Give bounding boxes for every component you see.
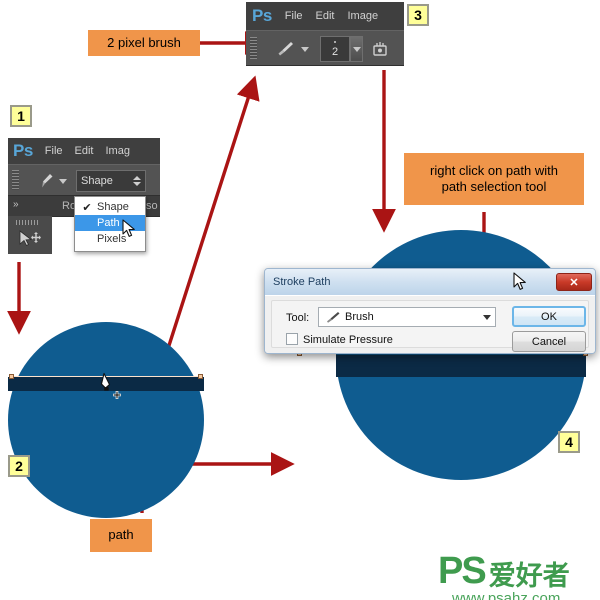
dropdown-check-icon: ✔: [82, 201, 92, 214]
double-chevron-right-icon[interactable]: »: [13, 199, 19, 210]
left-menu-file[interactable]: File: [45, 145, 63, 157]
step-badge-1: 1: [10, 105, 32, 127]
dialog-brush-icon: [324, 311, 340, 324]
left-toolbox: [8, 216, 52, 254]
brush-size-field[interactable]: 2: [320, 36, 350, 62]
dock-panel-label-right: so: [146, 200, 158, 212]
left-menu-edit[interactable]: Edit: [75, 145, 94, 157]
callout-2-pixel-brush: 2 pixel brush: [88, 30, 200, 56]
callout-path: path: [90, 519, 152, 552]
dialog-body: Tool: Brush Simulate Pressure OK Cancel: [265, 295, 595, 353]
left-menubar: Ps File Edit Imag: [8, 138, 160, 164]
menu-file[interactable]: File: [285, 10, 303, 22]
tool-mode-spinner-icon: [133, 176, 141, 186]
pen-tool-chevron-down-icon[interactable]: [59, 179, 67, 184]
ok-button[interactable]: OK: [512, 306, 586, 327]
tool-select[interactable]: Brush: [318, 307, 496, 327]
close-icon[interactable]: ✕: [556, 273, 592, 291]
cancel-button[interactable]: Cancel: [512, 331, 586, 352]
callout-path-text: path: [108, 527, 134, 543]
step-badge-1-text: 1: [17, 108, 25, 124]
simulate-pressure-checkbox[interactable]: [286, 333, 298, 345]
tool-mode-value: Shape: [81, 175, 113, 187]
pen-cursor-icon: [100, 372, 126, 405]
left-options-gripper[interactable]: [12, 170, 19, 190]
left-menu-image[interactable]: Imag: [106, 145, 130, 157]
left-options-bar: Shape: [8, 164, 160, 196]
top-photoshop-toolbar: Ps File Edit Image 2: [246, 2, 404, 72]
menu-image[interactable]: Image: [348, 10, 379, 22]
menu-edit[interactable]: Edit: [316, 10, 335, 22]
simulate-pressure-label: Simulate Pressure: [303, 334, 393, 346]
step-badge-4-text: 4: [565, 434, 573, 450]
watermark: PS 爱好者 www.psahz.com: [438, 550, 598, 600]
top-options-bar: 2: [246, 30, 404, 66]
circle-with-path: [8, 322, 204, 518]
brush-size-dot: [334, 41, 336, 43]
dialog-inner-panel: Tool: Brush Simulate Pressure OK Cancel: [271, 300, 589, 352]
step-badge-4: 4: [558, 431, 580, 453]
tutorial-screenshot: 2 pixel brush Ps File Edit Image 2 3 1 P…: [0, 0, 600, 600]
dropdown-item-shape-label: Shape: [97, 201, 129, 213]
stroke-path-dialog: Stroke Path ✕ Tool: Brush Simulate Press…: [264, 268, 596, 354]
dialog-mouse-pointer-icon: [513, 272, 529, 297]
tool-select-chevron-down-icon: [483, 314, 491, 320]
step-badge-3: 3: [407, 4, 429, 26]
photoshop-logo: Ps: [252, 6, 272, 25]
dialog-title-text: Stroke Path: [273, 276, 331, 288]
spinner-down-icon: [133, 182, 141, 186]
dialog-titlebar[interactable]: Stroke Path ✕: [265, 269, 595, 295]
top-menubar: Ps File Edit Image: [246, 2, 404, 30]
spinner-up-icon: [133, 176, 141, 180]
step-badge-2: 2: [8, 455, 30, 477]
brush-size-spinner[interactable]: [350, 36, 363, 62]
brush-size-value: 2: [331, 46, 339, 58]
toolbox-gripper[interactable]: [16, 220, 40, 225]
brush-size-chevron-down-icon: [353, 47, 361, 52]
callout-right-click-text: right click on path with path selection …: [430, 162, 558, 194]
dropdown-item-path-label: Path: [97, 217, 120, 229]
airbrush-icon[interactable]: [371, 41, 389, 62]
tool-select-value: Brush: [345, 311, 374, 323]
cancel-button-label: Cancel: [531, 335, 567, 348]
photoshop-logo-left: Ps: [13, 141, 33, 160]
brush-icon[interactable]: [274, 40, 294, 63]
tool-mode-combo[interactable]: Shape: [76, 170, 146, 192]
path-anchor-right[interactable]: [198, 374, 203, 379]
watermark-ps: PS: [438, 550, 487, 592]
pen-tool-icon[interactable]: [34, 172, 54, 195]
watermark-url: www.psahz.com: [452, 590, 561, 600]
mouse-pointer-icon: [122, 219, 138, 244]
tool-label: Tool:: [286, 312, 310, 324]
watermark-cn: 爱好者: [488, 561, 570, 592]
options-bar-gripper[interactable]: [250, 37, 257, 59]
path-selection-tool-icon[interactable]: [18, 229, 44, 254]
path-band-right: [336, 355, 586, 377]
arrow-path-to-toolbar: [163, 75, 260, 359]
ok-button-label: OK: [541, 310, 557, 323]
callout-brush-text: 2 pixel brush: [107, 34, 181, 50]
brush-preset-chevron-down-icon[interactable]: [301, 47, 309, 52]
step-badge-2-text: 2: [15, 458, 23, 474]
close-glyph: ✕: [569, 276, 579, 289]
callout-right-click: right click on path with path selection …: [404, 153, 584, 205]
step-badge-3-text: 3: [414, 7, 422, 23]
path-anchor-left[interactable]: [9, 374, 14, 379]
dropdown-item-shape[interactable]: ✔ Shape: [75, 199, 145, 215]
